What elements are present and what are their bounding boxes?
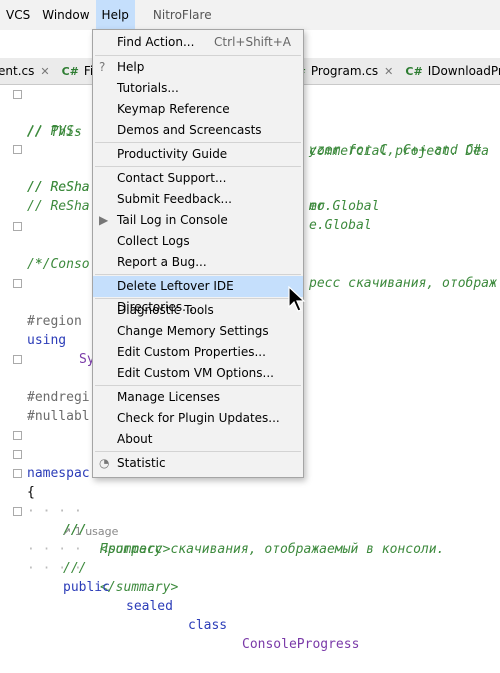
code-line: · · · · /// Прогресс скачивания, отображ…	[27, 504, 445, 557]
tab-idownloadpr[interactable]: C# IDownloadPr	[399, 58, 500, 84]
play-icon: ▶	[99, 213, 109, 227]
menu-item-demos[interactable]: Demos and Screencasts	[93, 120, 303, 141]
mouse-cursor-icon	[288, 286, 306, 312]
fold-marker-icon[interactable]	[13, 507, 22, 516]
code-line: · · · · /// </summary>	[0, 502, 500, 595]
menu-item-tutorials[interactable]: Tutorials...	[93, 78, 303, 99]
fold-marker-icon[interactable]	[13, 222, 22, 231]
clock-icon: ◔	[99, 456, 110, 470]
tab-label: Program.cs	[310, 64, 379, 78]
menu-nitroflare[interactable]: NitroFlare	[147, 0, 218, 30]
menu-item-about[interactable]: About	[93, 429, 303, 450]
menu-item-submit-feedback[interactable]: Submit Feedback...	[93, 189, 303, 210]
fold-marker-icon[interactable]	[13, 469, 22, 478]
fold-marker-icon[interactable]	[13, 145, 22, 154]
menu-item-diagnostic-tools[interactable]: Diagnostic Tools	[93, 300, 303, 321]
menu-separator	[95, 142, 301, 143]
menu-separator	[95, 298, 301, 299]
menu-item-statistic[interactable]: ◔ Statistic	[93, 453, 303, 474]
menu-separator	[95, 166, 301, 167]
menu-item-find-action[interactable]: Find Action... Ctrl+Shift+A	[93, 32, 303, 53]
menu-item-tail-log[interactable]: ▶ Tail Log in Console	[93, 210, 303, 231]
menu-item-collect-logs[interactable]: Collect Logs	[93, 231, 303, 252]
menu-item-contact-support[interactable]: Contact Support...	[93, 168, 303, 189]
menu-window[interactable]: Window	[36, 0, 95, 30]
menu-separator	[95, 385, 301, 386]
menu-separator	[95, 451, 301, 452]
help-menu-dropdown: Find Action... Ctrl+Shift+A ? Help Tutor…	[92, 29, 304, 478]
fold-marker-icon[interactable]	[13, 431, 22, 440]
menu-vcs[interactable]: VCS	[0, 0, 36, 30]
close-icon[interactable]: ✕	[384, 65, 393, 78]
tab-ent[interactable]: ent.cs ✕	[0, 58, 56, 84]
menu-item-change-memory[interactable]: Change Memory Settings	[93, 321, 303, 342]
question-icon: ?	[99, 60, 106, 74]
usage-hint[interactable]: ↗ 1 usage	[62, 522, 118, 541]
tab-label: ent.cs	[0, 64, 35, 78]
menu-bar: VCS Window Help NitroFlare	[0, 0, 500, 30]
menu-item-productivity-guide[interactable]: Productivity Guide	[93, 144, 303, 165]
fold-marker-icon[interactable]	[13, 90, 22, 99]
usage-icon: ↗	[62, 525, 72, 538]
close-icon[interactable]: ✕	[40, 65, 49, 78]
menu-item-check-plugin-updates[interactable]: Check for Plugin Updates...	[93, 408, 303, 429]
code-line: · · · · public sealed class ConsoleProgr…	[27, 561, 360, 652]
menu-separator	[95, 274, 301, 275]
menu-separator	[95, 55, 301, 56]
menu-item-report-bug[interactable]: Report a Bug...	[93, 252, 303, 273]
fold-marker-icon[interactable]	[13, 355, 22, 364]
tab-label: IDownloadPr	[427, 64, 500, 78]
menu-item-help[interactable]: ? Help	[93, 57, 303, 78]
menu-item-edit-vm-options[interactable]: Edit Custom VM Options...	[93, 363, 303, 384]
menu-item-edit-custom-properties[interactable]: Edit Custom Properties...	[93, 342, 303, 363]
menu-item-keymap-reference[interactable]: Keymap Reference	[93, 99, 303, 120]
csharp-file-icon: C#	[405, 64, 423, 78]
fold-marker-icon[interactable]	[13, 450, 22, 459]
fold-marker-icon[interactable]	[13, 279, 22, 288]
menu-item-manage-licenses[interactable]: Manage Licenses	[93, 387, 303, 408]
menu-item-delete-leftover-dirs[interactable]: Delete Leftover IDE Directories...	[93, 276, 303, 314]
csharp-file-icon: C#	[61, 64, 79, 78]
menu-help[interactable]: Help	[95, 0, 135, 30]
